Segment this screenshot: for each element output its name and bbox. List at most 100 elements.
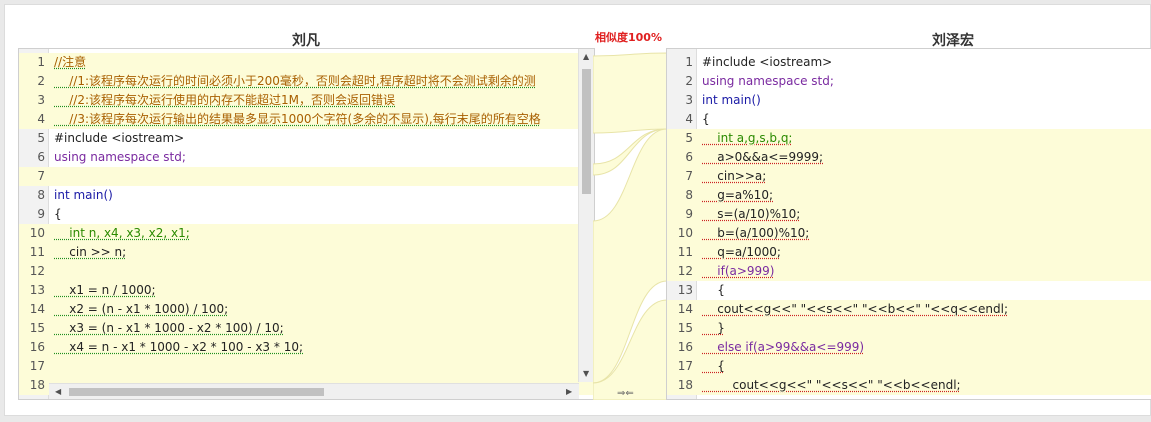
right-code-line: 4{ [667, 110, 1151, 129]
left-code-line: 7 [19, 167, 594, 186]
line-number: 9 [37, 207, 45, 221]
line-number: 16 [29, 340, 45, 354]
left-code-line: 15 x3 = (n - x1 * 1000 - x2 * 100) / 10; [19, 319, 594, 338]
left-code-line: 11 cin >> n; [19, 243, 594, 262]
left-code-line: 10 int n, x4, x3, x2, x1; [19, 224, 594, 243]
line-number: 14 [29, 302, 45, 316]
left-author-title: 刘凡 [292, 33, 320, 49]
code-text[interactable]: a>0&&a<=9999; [702, 148, 1151, 167]
line-number: 8 [685, 188, 693, 202]
line-number: 18 [677, 378, 693, 392]
code-text[interactable]: //2:该程序每次运行使用的内存不能超过1M，否则会返回错误 [54, 91, 594, 110]
code-text[interactable]: int main() [702, 91, 1151, 110]
code-text[interactable]: x2 = (n - x1 * 1000) / 100; [54, 300, 594, 319]
code-text[interactable]: { [702, 110, 1151, 129]
right-code-line: 1 #include <iostream> [667, 53, 1151, 72]
code-text[interactable]: cout<<g<<" "<<s<<" "<<b<<endl; [702, 376, 1151, 395]
arrow-up-icon[interactable]: ▲ [583, 53, 589, 61]
left-vertical-scroll-thumb[interactable] [582, 69, 591, 194]
left-code-line: 9{ [19, 205, 594, 224]
code-text[interactable]: using namespace std; [54, 148, 594, 167]
code-text[interactable]: //3:该程序每次运行输出的结果最多显示1000个字符(多余的不显示),每行末尾… [54, 110, 594, 129]
right-code-line: 10 b=(a/100)%10; [667, 224, 1151, 243]
right-code-line: 17 { [667, 357, 1151, 376]
code-text[interactable]: int main() [54, 186, 594, 205]
right-code-editor[interactable]: 1 #include <iostream> 2 using namespace std… [666, 48, 1151, 400]
line-number: 9 [685, 207, 693, 221]
right-code-line: 3 int main() [667, 91, 1151, 110]
right-code-line: 6 a>0&&a<=9999; [667, 148, 1151, 167]
right-code-line: 11 q=a/1000; [667, 243, 1151, 262]
line-number: 3 [685, 93, 693, 107]
right-code-line: 7 cin>>a; [667, 167, 1151, 186]
code-text[interactable]: int n, x4, x3, x2, x1; [54, 224, 594, 243]
left-code-line: 12 [19, 262, 594, 281]
line-number: 4 [685, 112, 693, 126]
code-text[interactable]: { [702, 281, 1151, 300]
code-text[interactable]: q=a/1000; [702, 243, 1151, 262]
left-code-line: 16 x4 = n - x1 * 1000 - x2 * 100 - x3 * … [19, 338, 594, 357]
right-code-line: 9 s=(a/10)%10; [667, 205, 1151, 224]
right-code-line: 15 } [667, 319, 1151, 338]
code-text[interactable]: b=(a/100)%10; [702, 224, 1151, 243]
line-number: 7 [685, 169, 693, 183]
code-text[interactable]: cout<<g<<" "<<s<<" "<<b<<" "<<q<<endl; [702, 300, 1151, 319]
code-text[interactable]: cin>>a; [702, 167, 1151, 186]
arrow-left-icon[interactable]: ◀ [55, 388, 61, 396]
line-number: 6 [685, 150, 693, 164]
left-horizontal-scrollbar[interactable]: ◀ ▶ [49, 383, 579, 399]
code-text[interactable]: if(a>999) [702, 262, 1151, 281]
line-number: 1 [37, 55, 45, 69]
arrow-right-icon[interactable]: ▶ [566, 388, 572, 396]
left-vertical-scrollbar[interactable]: ▲ ▼ [578, 49, 594, 382]
code-text[interactable]: #include <iostream> [54, 129, 594, 148]
arrow-down-icon[interactable]: ▼ [583, 370, 589, 378]
line-number: 3 [37, 93, 45, 107]
right-code-line: 16 else if(a>99&&a<=999) [667, 338, 1151, 357]
line-number: 10 [677, 226, 693, 240]
code-text[interactable]: x4 = n - x1 * 1000 - x2 * 100 - x3 * 10; [54, 338, 594, 357]
line-number: 16 [677, 340, 693, 354]
code-text[interactable]: { [702, 357, 1151, 376]
code-text[interactable]: //注意 [54, 53, 594, 72]
line-number: 15 [677, 321, 693, 335]
code-text[interactable]: //1:该程序每次运行的时间必须小于200毫秒，否则会超时,程序超时将不会测试剩… [54, 72, 594, 91]
code-text[interactable]: else if(a>99&&a<=999) [702, 338, 1151, 357]
left-code-line: 4 //3:该程序每次运行输出的结果最多显示1000个字符(多余的不显示),每行… [19, 110, 594, 129]
line-number: 17 [677, 359, 693, 373]
code-text[interactable]: cin >> n; [54, 243, 594, 262]
line-number: 11 [677, 245, 693, 259]
line-number: 7 [37, 169, 45, 183]
left-code-line: 14 x2 = (n - x1 * 1000) / 100; [19, 300, 594, 319]
left-code-line: 5 #include <iostream> [19, 129, 594, 148]
right-code-line: 14 cout<<g<<" "<<s<<" "<<b<<" "<<q<<endl… [667, 300, 1151, 319]
left-horizontal-scroll-thumb[interactable] [69, 388, 324, 396]
code-text[interactable]: s=(a/10)%10; [702, 205, 1151, 224]
left-code-line: 6 using namespace std; [19, 148, 594, 167]
code-text[interactable]: x3 = (n - x1 * 1000 - x2 * 100) / 10; [54, 319, 594, 338]
code-text[interactable]: { [54, 205, 594, 224]
diff-connector [593, 52, 667, 400]
line-number: 13 [29, 283, 45, 297]
left-code-line: 3 //2:该程序每次运行使用的内存不能超过1M，否则会返回错误 [19, 91, 594, 110]
merge-arrows-icon[interactable]: ⇒⇐ [617, 388, 634, 399]
line-number: 12 [29, 264, 45, 278]
right-code-line: 12 if(a>999) [667, 262, 1151, 281]
code-text[interactable]: } [702, 319, 1151, 338]
diff-link-1 [593, 52, 667, 134]
code-text[interactable]: #include <iostream> [702, 53, 1151, 72]
code-text[interactable]: using namespace std; [702, 72, 1151, 91]
line-number: 10 [29, 226, 45, 240]
right-code-line: 5 int a,g,s,b,q; [667, 129, 1151, 148]
left-code-editor[interactable]: 1//注意 2 //1:该程序每次运行的时间必须小于200毫秒，否则会超时,程序超… [18, 48, 595, 400]
right-code-line: 2 using namespace std; [667, 72, 1151, 91]
line-number: 5 [37, 131, 45, 145]
code-text[interactable]: int a,g,s,b,q; [702, 129, 1151, 148]
line-number: 1 [685, 55, 693, 69]
code-text[interactable]: g=a%10; [702, 186, 1151, 205]
line-number: 2 [685, 74, 693, 88]
line-number: 12 [677, 264, 693, 278]
code-text[interactable]: x1 = n / 1000; [54, 281, 594, 300]
line-number: 15 [29, 321, 45, 335]
right-code-line: 13 { [667, 281, 1151, 300]
